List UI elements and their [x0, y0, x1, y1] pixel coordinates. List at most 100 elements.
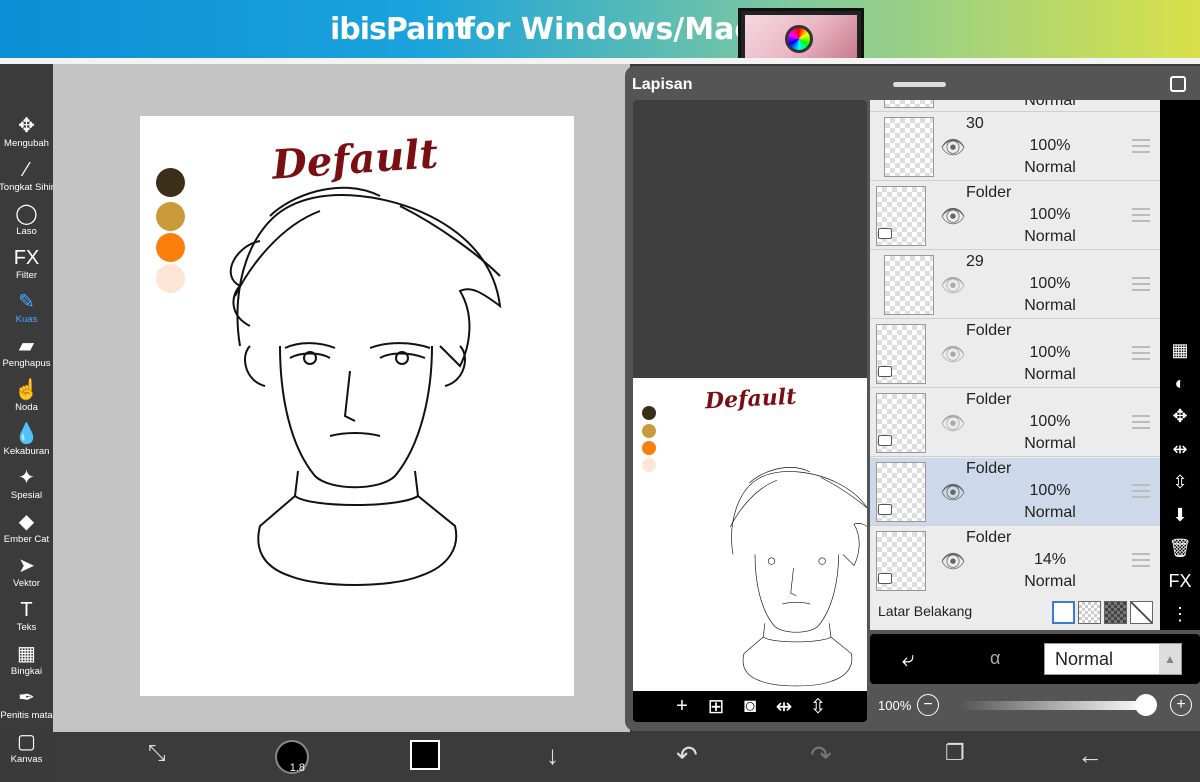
panel-drag-handle[interactable] — [893, 82, 946, 87]
layer-row[interactable]: 👁 Folder 14% Normal — [870, 527, 1160, 595]
flip-horizontal-icon[interactable]: ⇹ — [775, 694, 793, 719]
tool-noda[interactable]: ☝ Noda — [0, 376, 53, 420]
back-arrow-icon[interactable]: ← — [1077, 740, 1103, 774]
tool-vektor[interactable]: ➤ Vektor — [0, 552, 53, 596]
bg-transparent-option[interactable] — [1078, 601, 1101, 624]
undo-icon[interactable]: ↶ — [676, 740, 698, 774]
opacity-slider-handle[interactable] — [1135, 694, 1157, 716]
eye-icon[interactable]: 👁 — [940, 135, 966, 159]
layer-name: Folder — [966, 460, 1012, 477]
tool-kuas[interactable]: ✎ Kuas — [0, 288, 53, 332]
move-layer-icon[interactable]: ✥ — [1160, 401, 1200, 431]
canvas-icon: ▢ — [17, 731, 36, 753]
bg-white-option[interactable] — [1052, 601, 1075, 624]
bg-dark-option[interactable] — [1104, 601, 1127, 624]
drag-handle-icon[interactable] — [1132, 415, 1150, 429]
layer-opacity: 14% — [1033, 551, 1067, 568]
tool-kekaburan[interactable]: 💧 Kekaburan — [0, 420, 53, 464]
chevron-up-icon: ▲ — [1159, 644, 1181, 674]
layer-row[interactable]: 👁 Folder 100% Normal — [870, 458, 1160, 526]
tool-spesial[interactable]: ✦ Spesial — [0, 464, 53, 508]
text-icon: T — [20, 599, 33, 621]
drag-handle-icon[interactable] — [1132, 277, 1150, 291]
preview-line-art — [729, 467, 867, 687]
tool-penitis-mata[interactable]: ✒ Penitis mata — [0, 684, 53, 728]
add-layer-icon[interactable]: + — [673, 695, 691, 718]
workspace[interactable]: Default — [53, 64, 630, 732]
clipping-circle-icon[interactable]: ◐ — [1160, 368, 1200, 398]
flip-icon[interactable]: ⇹ — [1160, 434, 1200, 464]
preview-toolbar: + ⊞ ◙ ⇹ ⇳ — [633, 691, 867, 722]
arrow-down-icon[interactable]: ↓ — [546, 740, 559, 774]
opacity-slider[interactable] — [960, 701, 1146, 710]
background-row[interactable]: Latar Belakang — [870, 594, 1160, 630]
tool-mengubah[interactable]: ✥ Mengubah — [0, 112, 53, 156]
fx-icon: FX — [13, 247, 40, 269]
drag-handle-icon[interactable] — [1132, 208, 1150, 222]
brush-size-button[interactable]: 1.8 — [275, 740, 309, 774]
download-icon[interactable]: ⬇ — [1160, 500, 1200, 530]
drawing-canvas[interactable]: Default — [140, 116, 574, 696]
layer-thumbnail — [884, 255, 934, 315]
plus-icon[interactable]: + — [1170, 694, 1192, 716]
layer-row[interactable]: 👁 29 100% Normal — [870, 251, 1160, 319]
tool-laso[interactable]: ◯ Laso — [0, 200, 53, 244]
alpha-lock-icon[interactable]: α — [990, 648, 1000, 669]
folder-icon — [878, 573, 892, 584]
eye-icon[interactable]: 👁 — [940, 549, 966, 573]
drag-handle-icon[interactable] — [1132, 484, 1150, 498]
opacity-controls: 100% − + — [870, 686, 1200, 726]
drag-handle-icon[interactable] — [1132, 139, 1150, 153]
trash-icon[interactable]: 🗑 — [1160, 533, 1200, 563]
drag-handle-icon[interactable] — [1132, 346, 1150, 360]
tool-bingkai[interactable]: ▦ Bingkai — [0, 640, 53, 684]
eye-off-icon[interactable]: 👁 — [940, 342, 966, 366]
bottom-toolbar: ⤡ 1.8 ↓ ↶ ↷ ❐ ← — [53, 732, 1200, 782]
layer-row[interactable]: 👁 Folder 100% Normal — [870, 182, 1160, 250]
layer-row[interactable]: 👁 30 100% Normal — [870, 113, 1160, 181]
more-icon[interactable]: ⋮ — [1160, 599, 1200, 629]
layer-row[interactable]: 👁 Folder 100% Normal — [870, 320, 1160, 388]
folder-icon — [878, 504, 892, 515]
bg-none-option[interactable] — [1130, 601, 1153, 624]
ad-banner[interactable]: ibisPaint for Windows/Mac — [0, 0, 1200, 58]
color-button[interactable] — [410, 740, 440, 770]
layer-list[interactable]: Normal 👁 30 100% Normal 👁 Folder 100% Normal 👁 29… — [870, 100, 1160, 630]
flip-vertical-icon[interactable]: ⇳ — [809, 694, 827, 719]
layers-button-icon[interactable]: ❐ — [945, 740, 965, 774]
merge-down-icon[interactable]: ⇳ — [1160, 467, 1200, 497]
minus-icon[interactable]: − — [917, 694, 939, 716]
maximize-icon[interactable] — [1170, 76, 1186, 92]
tool-teks[interactable]: T Teks — [0, 596, 53, 640]
tool-kanvas[interactable]: ▢ Kanvas — [0, 728, 53, 772]
tool-filter[interactable]: FX Filter — [0, 244, 53, 288]
transform-tool-icon[interactable]: ⤡ — [148, 740, 166, 774]
tool-label: Bingkai — [10, 666, 43, 677]
layer-row-partial[interactable]: Normal — [870, 100, 1160, 112]
tool-tongkat-sihir[interactable]: ⁄ Tongkat Sihir — [0, 156, 54, 200]
eye-off-icon[interactable]: 👁 — [940, 411, 966, 435]
camera-icon[interactable]: ◙ — [741, 695, 759, 718]
blend-mode-select[interactable]: Normal ▲ — [1044, 643, 1182, 675]
tool-penghapus[interactable]: ▰ Penghapus — [0, 332, 53, 376]
layer-opacity: 100% — [1029, 137, 1071, 154]
magic-wand-icon: ⁄ — [24, 159, 29, 181]
checker-icon[interactable]: ▦ — [1160, 335, 1200, 365]
clipping-arrow-icon[interactable]: ⤶ — [902, 646, 914, 672]
layer-row[interactable]: 👁 Folder 100% Normal — [870, 389, 1160, 457]
layer-blend: Normal — [1024, 297, 1076, 314]
eye-icon[interactable]: 👁 — [940, 204, 966, 228]
fx-icon[interactable]: FX — [1160, 566, 1200, 596]
tool-label: Teks — [16, 622, 37, 633]
tool-label: Tongkat Sihir — [0, 182, 54, 193]
eye-off-icon[interactable]: 👁 — [940, 273, 966, 297]
paint-bucket-icon: ◆ — [18, 511, 35, 533]
tool-label: Mengubah — [4, 138, 49, 149]
redo-icon[interactable]: ↷ — [810, 740, 832, 774]
add-folder-icon[interactable]: ⊞ — [707, 694, 725, 719]
eye-icon[interactable]: 👁 — [940, 480, 966, 504]
layer-blend: Normal — [1024, 366, 1076, 383]
drag-handle-icon[interactable] — [1132, 553, 1150, 567]
background-label: Latar Belakang — [878, 603, 973, 619]
tool-ember-cat[interactable]: ◆ Ember Cat — [0, 508, 53, 552]
